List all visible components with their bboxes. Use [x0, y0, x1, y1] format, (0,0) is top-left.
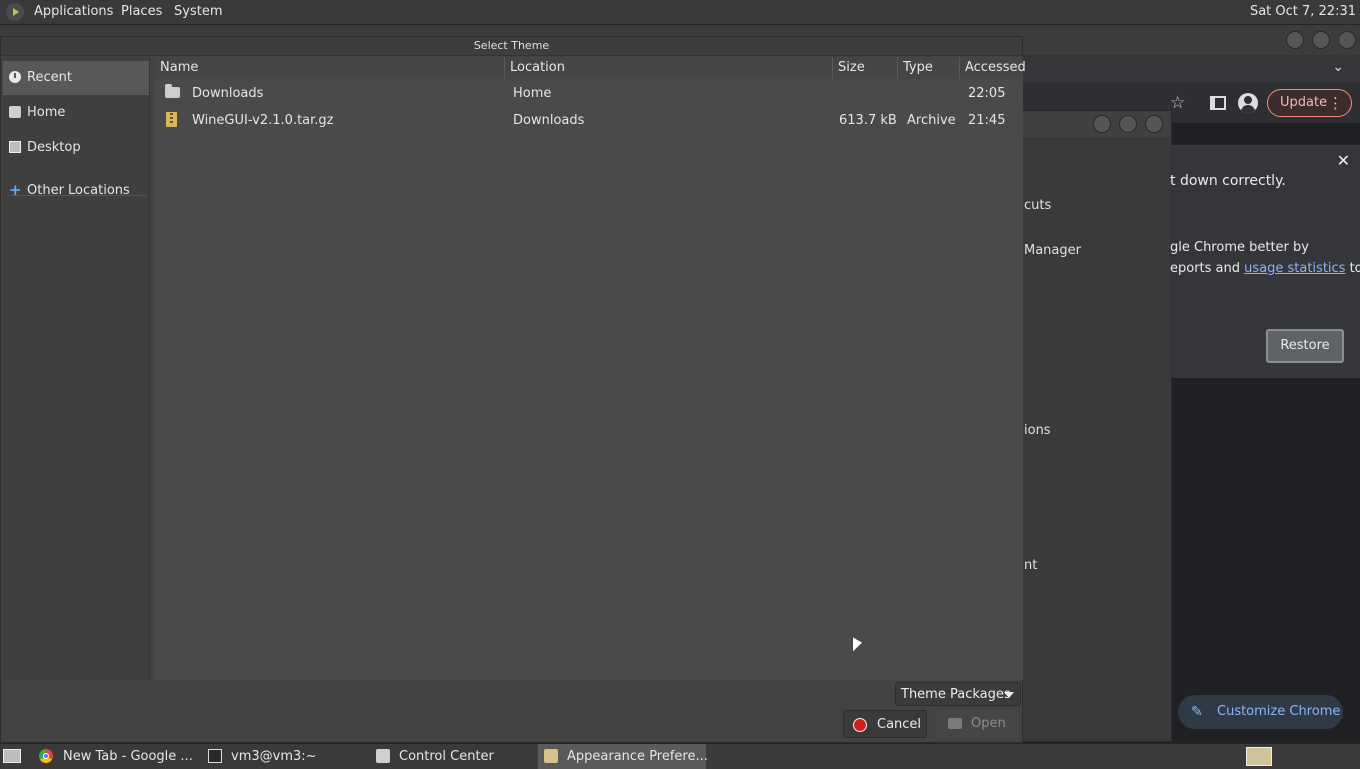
- place-label: Other Locations: [27, 183, 130, 198]
- settings-titlebar: [1021, 111, 1171, 137]
- task-control-center[interactable]: Control Center: [370, 744, 532, 769]
- infobar-text: eports and: [1170, 261, 1245, 276]
- top-panel: Applications Places System Sat Oct 7, 22…: [0, 0, 1360, 25]
- column-header-type[interactable]: Type: [898, 57, 960, 79]
- settings-item-fragment[interactable]: ions: [1024, 423, 1051, 438]
- show-desktop-icon[interactable]: [3, 749, 21, 763]
- dropdown-arrow-icon: [1004, 692, 1014, 698]
- infobar-text: to: [1349, 261, 1360, 276]
- table-row[interactable]: Downloads Home 22:05: [155, 80, 1023, 107]
- places-sidebar: Recent Home Desktop + Other Locations: [3, 57, 150, 680]
- maximize-icon[interactable]: [1312, 31, 1330, 49]
- infobar-body-line: eports and usage statistics to: [1170, 261, 1360, 276]
- infobar-body-line: gle Chrome better by: [1170, 240, 1309, 255]
- file-type-filter[interactable]: Theme Packages: [895, 682, 1021, 706]
- task-label: New Tab - Google ...: [63, 749, 193, 764]
- infobar-message: t down correctly.: [1170, 173, 1286, 189]
- task-label: vm3@vm3:~: [231, 749, 317, 764]
- appearance-icon: [544, 749, 558, 763]
- bottom-taskbar: New Tab - Google ... vm3@vm3:~ Control C…: [0, 743, 1360, 769]
- update-label: Update: [1280, 95, 1328, 110]
- bookmark-star-icon[interactable]: ☆: [1170, 93, 1185, 113]
- file-accessed: 22:05: [968, 86, 1006, 101]
- workspace-switcher-icon[interactable]: [1246, 747, 1272, 766]
- menu-places[interactable]: Places: [121, 4, 162, 19]
- update-button[interactable]: Update ⋮: [1267, 89, 1352, 117]
- cancel-label: Cancel: [877, 717, 922, 732]
- file-location: Downloads: [513, 113, 585, 128]
- column-header-accessed[interactable]: Accessed: [960, 57, 1026, 79]
- settings-minimize-icon[interactable]: [1093, 115, 1111, 133]
- menu-applications[interactable]: Applications: [34, 4, 113, 19]
- close-icon[interactable]: [1338, 31, 1356, 49]
- open-button[interactable]: Open: [937, 710, 1019, 738]
- distro-logo-icon[interactable]: [6, 3, 24, 21]
- file-type: Archive: [907, 113, 956, 128]
- settings-maximize-icon[interactable]: [1119, 115, 1137, 133]
- control-center-icon: [376, 749, 390, 763]
- select-theme-dialog: Select Theme Recent Home Desktop + Other…: [0, 36, 1026, 743]
- tab-search-chevron-icon[interactable]: ⌄: [1332, 59, 1344, 75]
- settings-close-icon[interactable]: [1145, 115, 1163, 133]
- settings-item-fragment[interactable]: cuts: [1024, 198, 1051, 213]
- file-accessed: 21:45: [968, 113, 1006, 128]
- infobar-close-icon[interactable]: ✕: [1337, 151, 1350, 170]
- task-label: Appearance Prefere...: [567, 749, 708, 764]
- cancel-button[interactable]: Cancel: [843, 710, 927, 738]
- open-label: Open: [971, 716, 1006, 731]
- clock-icon: [9, 71, 21, 83]
- task-label: Control Center: [399, 749, 494, 764]
- archive-icon: [166, 112, 177, 127]
- terminal-icon: [208, 749, 222, 763]
- place-desktop[interactable]: Desktop: [3, 131, 149, 165]
- table-row[interactable]: WineGUI-v2.1.0.tar.gz Downloads 613.7 kB…: [155, 107, 1023, 134]
- panel-clock[interactable]: Sat Oct 7, 22:31: [1250, 4, 1356, 19]
- customize-chrome-button[interactable]: ✎ Customize Chrome: [1178, 695, 1343, 729]
- place-home[interactable]: Home: [3, 96, 149, 130]
- file-name: Downloads: [192, 86, 264, 101]
- place-recent[interactable]: Recent: [3, 61, 149, 95]
- file-list: Name Location Size Type Accessed Downloa…: [155, 57, 1026, 680]
- chrome-icon: [39, 749, 53, 763]
- desktop-icon: [9, 141, 21, 153]
- file-location: Home: [513, 86, 552, 101]
- settings-item-fragment[interactable]: nt: [1024, 558, 1037, 573]
- plus-icon: +: [9, 181, 22, 199]
- usage-statistics-link[interactable]: usage statistics: [1244, 261, 1345, 276]
- place-other-locations[interactable]: + Other Locations: [3, 174, 149, 208]
- place-label: Desktop: [27, 140, 81, 155]
- task-appearance-preferences[interactable]: Appearance Prefere...: [538, 744, 708, 769]
- customize-chrome-label: Customize Chrome: [1217, 704, 1341, 719]
- place-label: Recent: [27, 70, 72, 85]
- settings-window: cuts Manager ions nt: [1020, 110, 1172, 742]
- home-icon: [9, 106, 21, 118]
- open-folder-icon: [948, 718, 962, 729]
- task-new-tab-google[interactable]: New Tab - Google ...: [33, 744, 195, 769]
- restore-button[interactable]: Restore: [1266, 329, 1344, 363]
- column-header-location[interactable]: Location: [505, 57, 833, 79]
- task-terminal[interactable]: vm3@vm3:~: [202, 744, 362, 769]
- file-name: WineGUI-v2.1.0.tar.gz: [192, 113, 334, 128]
- cancel-icon: [853, 718, 867, 732]
- file-size: 613.7 kB: [839, 113, 897, 128]
- column-header-size[interactable]: Size: [833, 57, 898, 79]
- minimize-icon[interactable]: [1286, 31, 1304, 49]
- more-menu-icon[interactable]: ⋮: [1328, 90, 1343, 116]
- side-panel-icon[interactable]: [1210, 96, 1226, 110]
- dialog-title[interactable]: Select Theme: [1, 37, 1022, 56]
- filter-label: Theme Packages: [901, 687, 1011, 702]
- folder-icon: [165, 84, 180, 98]
- place-label: Home: [27, 105, 66, 120]
- profile-avatar-icon[interactable]: [1238, 93, 1258, 113]
- settings-item-fragment[interactable]: Manager: [1024, 243, 1081, 258]
- column-header-name[interactable]: Name: [155, 57, 505, 79]
- menu-system[interactable]: System: [174, 4, 222, 19]
- chrome-tabstrip: ⌄: [1022, 55, 1360, 83]
- crash-restore-infobar: ✕ t down correctly. gle Chrome better by…: [1170, 145, 1360, 378]
- pencil-icon: ✎: [1191, 704, 1203, 720]
